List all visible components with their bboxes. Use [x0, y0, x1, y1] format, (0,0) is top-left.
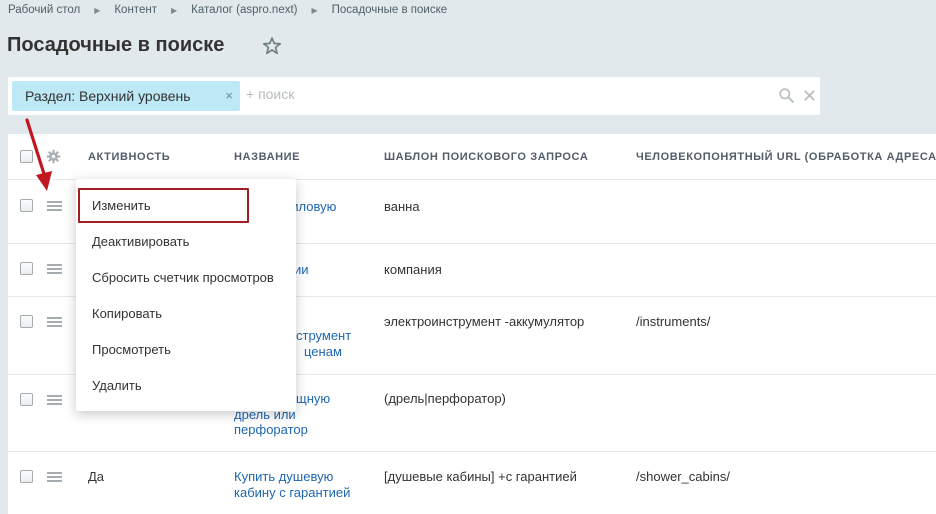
- search-input[interactable]: [246, 86, 746, 102]
- row-checkbox[interactable]: [20, 262, 33, 275]
- chevron-right-icon: ▶: [94, 5, 101, 15]
- hamburger-icon[interactable]: [47, 264, 62, 274]
- row-name-link[interactable]: щную: [296, 391, 330, 406]
- column-header-name[interactable]: НАЗВАНИЕ: [234, 151, 300, 163]
- breadcrumb-item-desktop[interactable]: Рабочий стол: [8, 4, 80, 16]
- page-title: Посадочные в поиске: [7, 34, 225, 56]
- row-name-link[interactable]: перфоратор: [234, 422, 308, 437]
- row-name-link[interactable]: Купить душевую: [234, 469, 333, 484]
- row-template: компания: [384, 262, 442, 277]
- row-template: (дрель|перфоратор): [384, 391, 506, 406]
- column-header-active[interactable]: АКТИВНОСТЬ: [88, 151, 170, 163]
- row-name-link[interactable]: ии: [294, 262, 309, 277]
- table-header: АКТИВНОСТЬ НАЗВАНИЕ ШАБЛОН ПОИСКОВОГО ЗА…: [8, 134, 936, 180]
- chevron-right-icon: ▶: [170, 5, 178, 15]
- row-name-link[interactable]: ценам: [304, 344, 342, 359]
- row-checkbox[interactable]: [20, 315, 33, 328]
- row-name-link[interactable]: струмент: [296, 328, 351, 343]
- row-url: /shower_cabins/: [636, 469, 730, 484]
- menu-item-delete[interactable]: Удалить: [92, 378, 142, 393]
- row-template: электроинструмент -аккумулятор: [384, 314, 585, 329]
- row-template: [душевые кабины] +с гарантией: [384, 469, 577, 484]
- menu-item-copy[interactable]: Копировать: [92, 306, 162, 321]
- arrow-icon: [25, 118, 52, 191]
- filter-tag[interactable]: Раздел: Верхний уровень ×: [12, 81, 240, 111]
- hamburger-icon[interactable]: [47, 472, 62, 482]
- row-checkbox[interactable]: [20, 470, 33, 483]
- highlight-frame: [78, 188, 249, 223]
- breadcrumb: Рабочий стол ▶ Контент ▶ Каталог (aspro.…: [8, 4, 447, 16]
- breadcrumb-item-content[interactable]: Контент: [114, 4, 157, 16]
- hamburger-icon[interactable]: [47, 395, 62, 405]
- table-row: Да Купить душевую кабину с гарантией [ду…: [8, 453, 936, 514]
- row-url: /instruments/: [636, 314, 711, 329]
- menu-item-view[interactable]: Просмотреть: [92, 342, 171, 357]
- hamburger-icon[interactable]: [47, 317, 62, 327]
- row-active: Да: [88, 469, 105, 484]
- row-template: ванна: [384, 199, 420, 214]
- row-checkbox[interactable]: [20, 199, 33, 212]
- row-checkbox[interactable]: [20, 393, 33, 406]
- column-header-template[interactable]: ШАБЛОН ПОИСКОВОГО ЗАПРОСА: [384, 151, 588, 163]
- search-icon[interactable]: [778, 87, 795, 104]
- breadcrumb-item-catalog[interactable]: Каталог (aspro.next): [191, 4, 297, 16]
- filter-bar: Раздел: Верхний уровень ×: [8, 77, 820, 115]
- filter-tag-label: Раздел: Верхний уровень: [25, 88, 191, 104]
- close-icon[interactable]: ×: [225, 89, 233, 103]
- chevron-right-icon: ▶: [311, 5, 318, 15]
- menu-item-deactivate[interactable]: Деактивировать: [92, 234, 189, 249]
- row-name-link[interactable]: кабину с гарантией: [234, 485, 350, 500]
- hamburger-icon[interactable]: [47, 201, 62, 211]
- close-icon[interactable]: [802, 88, 817, 103]
- column-header-url[interactable]: ЧЕЛОВЕКОПОНЯТНЫЙ URL (ОБРАБОТКА АДРЕСА): [636, 151, 936, 163]
- star-icon[interactable]: [262, 36, 282, 56]
- breadcrumb-item-current: Посадочные в поиске: [331, 4, 448, 16]
- menu-item-reset-views[interactable]: Сбросить счетчик просмотров: [92, 270, 274, 285]
